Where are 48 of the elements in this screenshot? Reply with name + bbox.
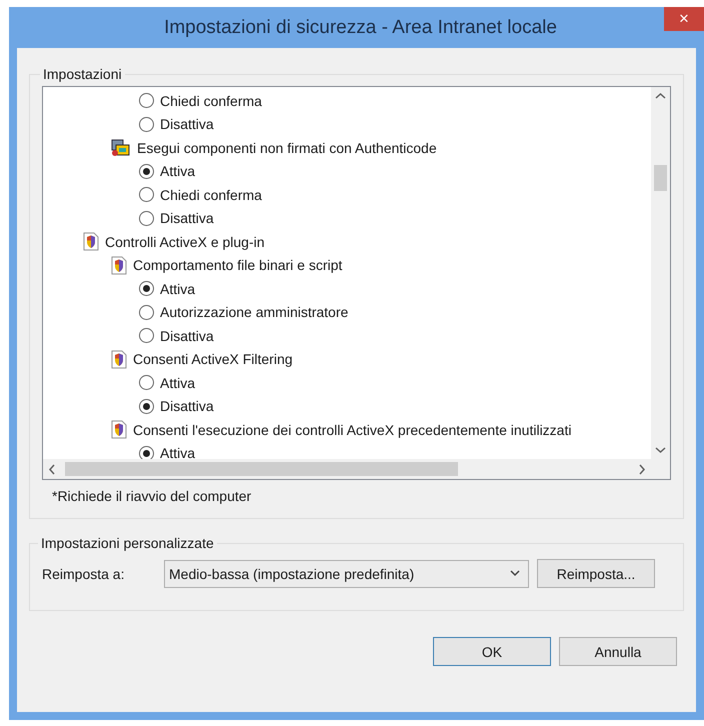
cancel-button[interactable]: Annulla — [559, 637, 677, 666]
radio-button[interactable] — [139, 210, 154, 226]
radio-button[interactable] — [139, 93, 154, 108]
option-label: Autorizzazione amministratore — [160, 304, 348, 320]
setting-label: Consenti l'esecuzione dei controlli ActiveX precedentemente inutilizzati — [133, 422, 572, 438]
reset-label: Reimposta a: — [41, 566, 126, 582]
scroll-thumb[interactable] — [65, 462, 458, 476]
shield-document-icon — [111, 350, 127, 369]
scroll-thumb[interactable] — [654, 165, 667, 191]
shield-document-icon — [83, 232, 99, 252]
dropdown-caret-icon — [510, 570, 520, 577]
option-label: Chiedi conferma — [160, 92, 262, 109]
radio-button[interactable] — [139, 187, 154, 202]
radio-button[interactable] — [139, 398, 154, 414]
horizontal-scrollbar[interactable] — [43, 459, 651, 479]
reset-button[interactable]: Reimposta... — [537, 559, 655, 588]
restart-note: *Richiede il riavvio del computer — [52, 488, 252, 504]
option-label: Disattiva — [160, 116, 214, 132]
radio-button[interactable] — [139, 446, 154, 459]
settings-list[interactable] — [42, 86, 671, 480]
setting-label: Controlli ActiveX e plug-in — [105, 234, 265, 250]
vertical-scrollbar[interactable] — [651, 87, 670, 459]
window-title: Impostazioni di sicurezza - Area Intranet locale — [163, 16, 558, 38]
shield-document-icon — [111, 420, 127, 440]
shield-document-icon — [111, 256, 127, 275]
option-label: Attiva — [160, 374, 196, 391]
group-legend: Impostazioni personalizzate — [38, 535, 217, 551]
option-label: Disattiva — [160, 210, 214, 226]
radio-button[interactable] — [139, 304, 154, 320]
radio-button[interactable] — [139, 281, 154, 296]
group-legend: Impostazioni — [40, 66, 125, 82]
close-button[interactable]: × — [664, 7, 704, 31]
ok-button[interactable]: OK — [433, 637, 551, 666]
option-label: Attiva — [160, 445, 196, 459]
radio-button[interactable] — [139, 164, 154, 179]
option-label: Attiva — [160, 280, 196, 297]
setting-label: Consenti ActiveX Filtering — [133, 351, 293, 368]
certificate-icon — [111, 138, 131, 157]
level-dropdown[interactable]: Medio-bassa (impostazione predefinita) — [164, 560, 529, 588]
setting-label: Comportamento file binari e script — [133, 257, 342, 274]
option-label: Attiva — [160, 163, 196, 180]
radio-button[interactable] — [139, 328, 154, 344]
radio-button[interactable] — [139, 375, 154, 390]
radio-button[interactable] — [139, 116, 154, 132]
setting-label: Esegui componenti non firmati con Authenticode — [137, 140, 437, 156]
option-label: Chiedi conferma — [160, 186, 262, 203]
option-label: Disattiva — [160, 398, 214, 414]
option-label: Disattiva — [160, 328, 214, 344]
